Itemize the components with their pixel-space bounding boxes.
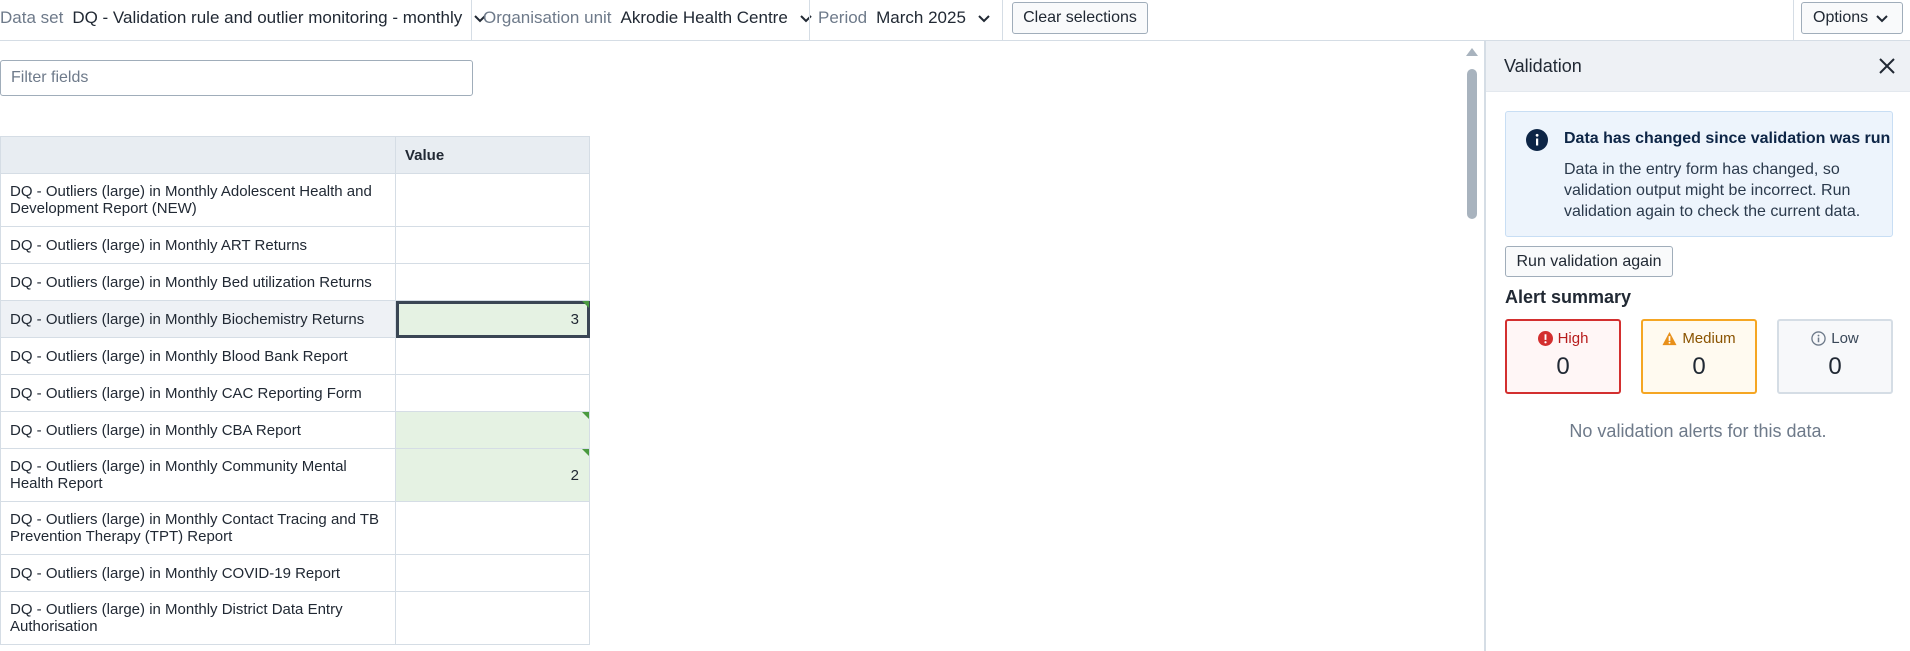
- value-cell[interactable]: [395, 263, 590, 301]
- table-row: DQ - Outliers (large) in Monthly Communi…: [0, 448, 590, 502]
- value-cell[interactable]: [395, 173, 590, 227]
- medium-label: Medium: [1682, 330, 1736, 347]
- row-label: DQ - Outliers (large) in Monthly ART Ret…: [0, 226, 396, 264]
- dataset-label: Data set: [0, 8, 64, 27]
- period-label: Period: [818, 8, 868, 27]
- divider: [471, 0, 472, 40]
- table-row: DQ - Outliers (large) in Monthly CAC Rep…: [0, 374, 590, 412]
- options-label: Options: [1813, 9, 1869, 26]
- row-label: DQ - Outliers (large) in Monthly CBA Rep…: [0, 411, 396, 449]
- no-alerts-message: No validation alerts for this data.: [1569, 421, 1827, 441]
- value-cell[interactable]: [395, 374, 590, 412]
- value-column-header: Value: [395, 136, 590, 174]
- error-icon: [1537, 331, 1553, 346]
- table-row-active: DQ - Outliers (large) in Monthly Biochem…: [0, 300, 590, 338]
- info-icon: [1526, 129, 1548, 151]
- panel-header: Validation: [1486, 41, 1910, 92]
- high-count: 0: [1556, 353, 1570, 380]
- high-label: High: [1557, 330, 1589, 347]
- chevron-down-icon: [978, 15, 990, 23]
- divider: [809, 0, 810, 40]
- table-row: DQ - Outliers (large) in Monthly Bed uti…: [0, 263, 590, 301]
- chevron-down-icon: [1876, 15, 1888, 23]
- value-cell[interactable]: [395, 591, 590, 645]
- filter-fields-input[interactable]: [0, 60, 473, 96]
- table-row: DQ - Outliers (large) in Monthly CBA Rep…: [0, 411, 590, 449]
- value-cell[interactable]: [395, 337, 590, 375]
- orgunit-value: Akrodie Health Centre: [620, 8, 788, 27]
- validation-panel: Validation Data has changed since valida…: [1484, 41, 1910, 651]
- chevron-down-icon: [800, 15, 812, 23]
- orgunit-label: Organisation unit: [483, 8, 612, 27]
- high-alerts-card: High 0: [1505, 319, 1621, 394]
- table-row: DQ - Outliers (large) in Monthly Adolesc…: [0, 173, 590, 227]
- scrollbar[interactable]: [1463, 44, 1481, 651]
- divider: [1002, 0, 1003, 40]
- row-label: DQ - Outliers (large) in Monthly Communi…: [0, 448, 396, 502]
- value-cell[interactable]: [395, 411, 590, 449]
- period-value: March 2025: [876, 8, 966, 27]
- value-cell-active[interactable]: 3: [395, 300, 590, 338]
- scroll-thumb[interactable]: [1467, 69, 1477, 219]
- table-header-row: Value: [0, 136, 590, 174]
- value-cell[interactable]: [395, 501, 590, 555]
- dataset-selector[interactable]: Data set DQ - Validation rule and outlie…: [0, 0, 488, 36]
- notice-body: Data in the entry form has changed, so v…: [1564, 161, 1861, 220]
- warning-icon: [1662, 331, 1677, 346]
- divider: [1793, 0, 1794, 40]
- low-label: Low: [1831, 330, 1859, 347]
- row-label: DQ - Outliers (large) in Monthly Blood B…: [0, 337, 396, 375]
- table-row: DQ - Outliers (large) in Monthly COVID-1…: [0, 554, 590, 592]
- row-label: DQ - Outliers (large) in Monthly Biochem…: [0, 300, 396, 338]
- options-button[interactable]: Options: [1801, 2, 1903, 34]
- low-count: 0: [1828, 353, 1842, 380]
- panel-title: Validation: [1504, 55, 1582, 76]
- table-row: DQ - Outliers (large) in Monthly Contact…: [0, 501, 590, 555]
- row-label: DQ - Outliers (large) in Monthly CAC Rep…: [0, 374, 396, 412]
- dataset-value: DQ - Validation rule and outlier monitor…: [72, 8, 463, 27]
- info-outline-icon: [1811, 331, 1826, 346]
- medium-alerts-card: Medium 0: [1641, 319, 1757, 394]
- data-entry-table: Value DQ - Outliers (large) in Monthly A…: [0, 136, 590, 645]
- value-cell[interactable]: 2: [395, 448, 590, 502]
- clear-selections-button[interactable]: Clear selections: [1012, 2, 1148, 34]
- row-label: DQ - Outliers (large) in Monthly Adolesc…: [0, 173, 396, 227]
- medium-count: 0: [1692, 353, 1706, 380]
- table-row: DQ - Outliers (large) in Monthly Blood B…: [0, 337, 590, 375]
- row-label: DQ - Outliers (large) in Monthly Distric…: [0, 591, 396, 645]
- value-cell[interactable]: [395, 554, 590, 592]
- data-changed-notice: Data has changed since validation was ru…: [1505, 111, 1893, 237]
- low-alerts-card: Low 0: [1777, 319, 1893, 394]
- alert-summary-heading: Alert summary: [1505, 287, 1632, 307]
- row-label: DQ - Outliers (large) in Monthly Contact…: [0, 501, 396, 555]
- row-label: DQ - Outliers (large) in Monthly COVID-1…: [0, 554, 396, 592]
- notice-title: Data has changed since validation was ru…: [1564, 130, 1891, 147]
- close-icon[interactable]: [1876, 55, 1898, 77]
- context-selection-bar: Data set DQ - Validation rule and outlie…: [0, 0, 1910, 41]
- orgunit-selector[interactable]: Organisation unit Akrodie Health Centre: [483, 0, 814, 36]
- name-column-header: [0, 136, 396, 174]
- scroll-up-arrow[interactable]: [1466, 48, 1478, 56]
- value-cell[interactable]: [395, 226, 590, 264]
- table-row: DQ - Outliers (large) in Monthly ART Ret…: [0, 226, 590, 264]
- table-row: DQ - Outliers (large) in Monthly Distric…: [0, 591, 590, 645]
- period-selector[interactable]: Period March 2025: [818, 0, 992, 36]
- row-label: DQ - Outliers (large) in Monthly Bed uti…: [0, 263, 396, 301]
- run-validation-again-button[interactable]: Run validation again: [1505, 246, 1673, 277]
